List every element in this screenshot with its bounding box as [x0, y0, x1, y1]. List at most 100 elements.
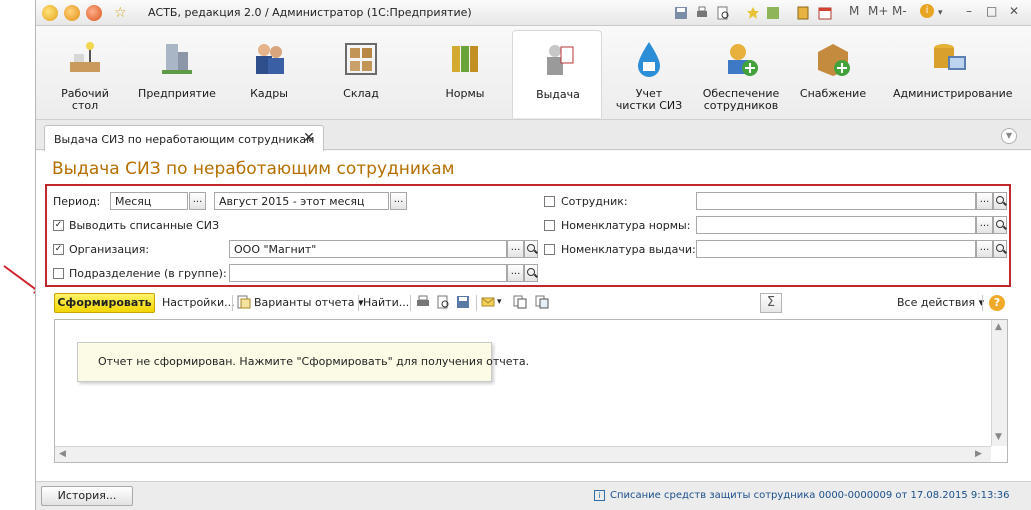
send-email-icon[interactable] [481, 295, 495, 309]
all-actions-label: Все действия [897, 296, 976, 309]
norm-item-search-icon[interactable] [993, 216, 1007, 234]
period-type-field[interactable]: Месяц [110, 192, 188, 210]
toolbar-divider [410, 295, 411, 311]
help-icon[interactable]: ? [989, 295, 1005, 311]
preview-icon[interactable] [436, 295, 450, 309]
toolbar-divider [476, 295, 477, 311]
issue-item-label: Номенклатура выдачи: [561, 243, 696, 256]
section-label: Рабочий стол [61, 87, 109, 112]
tabs-menu-button[interactable]: ▼ [1001, 128, 1017, 144]
settings-button[interactable]: Настройки... [162, 296, 235, 309]
calendar-icon[interactable] [818, 6, 832, 20]
section-label: Снабжение [799, 87, 867, 100]
section-enterprise[interactable]: Предприятие [132, 30, 222, 118]
employee-checkbox[interactable] [544, 196, 555, 207]
employee-search-icon[interactable] [993, 192, 1007, 210]
sum-button[interactable]: Σ [760, 293, 782, 313]
report-variants-label: Варианты отчета [254, 296, 355, 309]
history-button[interactable]: История... [41, 486, 133, 506]
period-type-select-button[interactable]: ... [189, 192, 206, 210]
cleaning-icon [638, 42, 660, 77]
section-admin[interactable]: Администрирование [893, 30, 1013, 118]
memory-plus-button[interactable]: M+ [868, 4, 888, 18]
section-warehouse[interactable]: Склад [316, 30, 406, 118]
section-procurement[interactable]: Снабжение [788, 30, 878, 118]
last-action-link[interactable]: i Списание средств защиты сотрудника 000… [594, 490, 1009, 501]
department-select-button[interactable]: ... [507, 264, 524, 282]
generate-button[interactable]: Сформировать [54, 293, 155, 313]
memory-minus-button[interactable]: M- [892, 4, 907, 18]
save-icon[interactable] [456, 295, 470, 309]
issue-icon [547, 45, 574, 75]
section-desktop[interactable]: Рабочий стол [40, 30, 130, 118]
issue-item-select-button[interactable]: ... [976, 240, 993, 258]
report-form: Выдача СИЗ по неработающим сотрудникам П… [36, 151, 1031, 481]
section-norms[interactable]: Нормы [420, 30, 510, 118]
history-nav-icon[interactable] [766, 6, 780, 20]
section-cleaning[interactable]: Учет чистки СИЗ [604, 30, 694, 118]
info-icon[interactable]: i [920, 4, 934, 18]
scroll-right-arrow[interactable]: ▶ [975, 449, 982, 459]
report-variants-button[interactable]: Варианты отчета ▾ [254, 296, 364, 309]
section-issue[interactable]: Выдача [512, 30, 602, 118]
minimize-button[interactable]: – [966, 4, 972, 18]
chevron-down-icon[interactable]: ▾ [938, 8, 943, 18]
organization-select-button[interactable]: ... [507, 240, 524, 258]
email-dropdown-arrow[interactable]: ▾ [497, 297, 502, 307]
department-search-icon[interactable] [524, 264, 538, 282]
calculator-icon[interactable] [796, 6, 810, 20]
period-value-select-button[interactable]: ... [390, 192, 407, 210]
horizontal-scrollbar[interactable]: ◀ ▶ [55, 446, 991, 462]
department-field[interactable] [229, 264, 507, 282]
department-checkbox[interactable] [53, 268, 64, 279]
employee-field[interactable] [696, 192, 976, 210]
issue-item-field[interactable] [696, 240, 976, 258]
app-logo-icon[interactable] [42, 5, 58, 21]
toolbar-divider [232, 295, 233, 311]
norm-item-select-button[interactable]: ... [976, 216, 993, 234]
tab-report[interactable]: Выдача СИЗ по неработающим сотрудникам ✕ [44, 125, 324, 151]
organization-field[interactable]: ООО "Магнит" [229, 240, 507, 258]
vertical-scrollbar[interactable]: ▲ ▼ [991, 320, 1007, 446]
status-bar: История... i Списание средств защиты сот… [36, 481, 1031, 510]
add-favorite-icon[interactable] [746, 6, 760, 20]
organization-checkbox[interactable]: ✓ [53, 244, 64, 255]
favorites-star-icon[interactable]: ☆ [114, 5, 130, 21]
maximize-button[interactable]: □ [986, 4, 997, 18]
scroll-left-arrow[interactable]: ◀ [59, 449, 66, 459]
print-icon[interactable] [695, 6, 709, 20]
report-spreadsheet[interactable]: Отчет не сформирован. Нажмите "Сформиров… [54, 319, 1008, 463]
copy-icon[interactable] [513, 295, 527, 309]
close-icon[interactable]: ✕ [303, 130, 315, 146]
memory-m-button[interactable]: M [849, 4, 859, 18]
period-value-field[interactable]: Август 2015 - этот месяц [214, 192, 389, 210]
find-button[interactable]: Найти... [363, 296, 409, 309]
section-label: Нормы [445, 87, 485, 100]
norm-item-checkbox[interactable] [544, 220, 555, 231]
section-staff[interactable]: Кадры [224, 30, 314, 118]
show-written-off-label: Выводить списанные СИЗ [69, 219, 220, 232]
preview-icon[interactable] [716, 6, 730, 20]
report-variants-icon [237, 295, 251, 309]
issue-item-search-icon[interactable] [993, 240, 1007, 258]
norm-item-field[interactable] [696, 216, 976, 234]
all-actions-button[interactable]: Все действия ▾ [897, 296, 984, 309]
save-icon[interactable] [674, 6, 688, 20]
forward-icon[interactable] [86, 5, 102, 21]
desk-icon [70, 42, 100, 72]
section-supply-staff[interactable]: Обеспечение сотрудников [696, 30, 786, 118]
employee-select-button[interactable]: ... [976, 192, 993, 210]
print-icon[interactable] [416, 295, 430, 309]
compare-icon[interactable] [535, 295, 549, 309]
close-window-button[interactable]: ✕ [1009, 4, 1019, 18]
section-label: Учет чистки СИЗ [615, 87, 683, 112]
section-label: Администрирование [893, 87, 1013, 100]
scroll-down-arrow[interactable]: ▼ [995, 432, 1002, 442]
scroll-up-arrow[interactable]: ▲ [995, 322, 1002, 332]
warehouse-icon [345, 43, 377, 75]
show-written-off-checkbox[interactable]: ✓ [53, 220, 64, 231]
back-icon[interactable] [64, 5, 80, 21]
department-label: Подразделение (в группе): [69, 267, 227, 280]
organization-search-icon[interactable] [524, 240, 538, 258]
issue-item-checkbox[interactable] [544, 244, 555, 255]
